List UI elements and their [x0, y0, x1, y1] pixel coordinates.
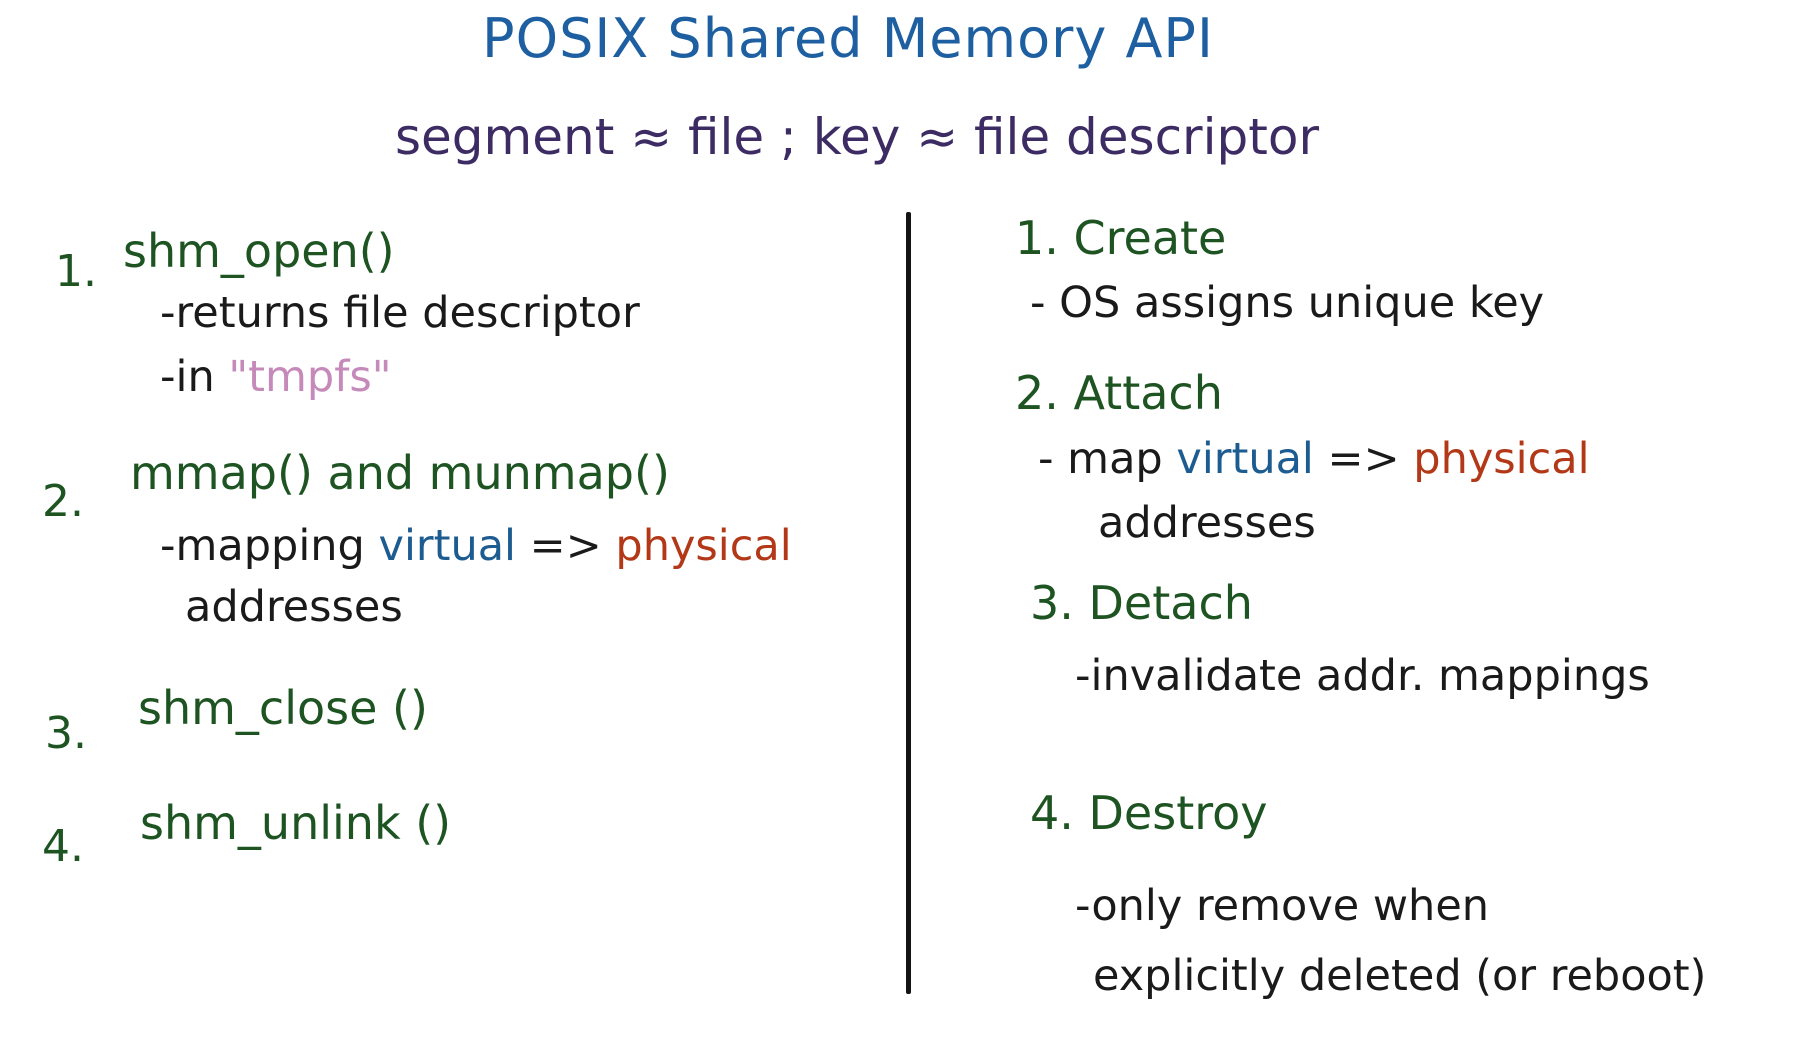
page-title: POSIX Shared Memory API	[482, 7, 1214, 70]
right-item-4-label: 4. Destroy	[1030, 786, 1268, 840]
left-item-2-arrow: =>	[529, 521, 602, 571]
left-item-2-prefix: -mapping	[160, 521, 365, 571]
left-item-1-line2: -in "tmpfs"	[160, 356, 392, 399]
left-item-3-name: shm_close ()	[138, 681, 428, 735]
left-item-1-line2-prefix: -in	[160, 352, 215, 402]
right-item-2-arrow: =>	[1327, 434, 1400, 484]
left-item-4-number: 4.	[42, 821, 84, 872]
right-item-2-line2: addresses	[1098, 498, 1316, 548]
right-item-3-label: 3. Detach	[1030, 576, 1253, 630]
left-item-2-line2: addresses	[185, 582, 403, 632]
left-item-2-number: 2.	[42, 476, 84, 527]
right-item-2-virtual: virtual	[1176, 434, 1314, 484]
left-item-2-name: mmap() and munmap()	[130, 446, 670, 500]
left-item-4-name: shm_unlink ()	[140, 796, 452, 850]
left-item-1-tmpfs: "tmpfs"	[228, 352, 392, 402]
right-item-4-line2: explicitly deleted (or reboot)	[1093, 951, 1707, 1001]
column-divider	[906, 212, 911, 994]
page-subtitle: segment ≈ file ; key ≈ file descriptor	[395, 108, 1319, 166]
left-item-1-number: 1.	[55, 246, 97, 297]
right-item-1-line1: - OS assigns unique key	[1030, 278, 1545, 328]
left-item-2-line1: -mapping virtual => physical	[160, 525, 792, 568]
right-item-2-prefix: - map	[1038, 434, 1163, 484]
right-item-2-physical: physical	[1413, 434, 1590, 484]
left-item-1-line1: -returns file descriptor	[160, 288, 640, 338]
right-item-4-line1: -only remove when	[1075, 881, 1490, 931]
left-item-2-virtual: virtual	[378, 521, 516, 571]
left-item-2-physical: physical	[615, 521, 792, 571]
left-item-3-number: 3.	[45, 708, 87, 759]
right-item-1-label: 1. Create	[1015, 211, 1227, 265]
right-item-3-line1: -invalidate addr. mappings	[1075, 651, 1650, 701]
left-item-1-name: shm_open()	[123, 224, 395, 278]
right-item-2-line1: - map virtual => physical	[1038, 438, 1590, 481]
right-item-2-label: 2. Attach	[1015, 366, 1223, 420]
